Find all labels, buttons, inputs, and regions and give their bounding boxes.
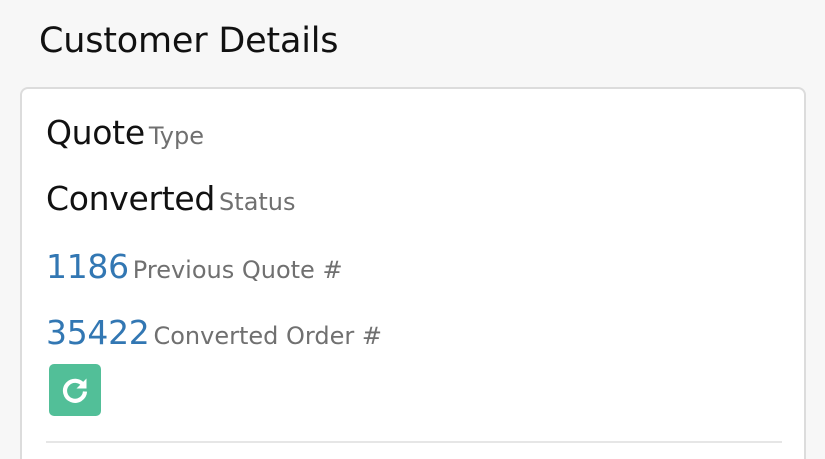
customer-details-card: Quote Type Converted Status 1186 Previous Q…: [20, 87, 806, 459]
previous-quote-link[interactable]: 1186: [46, 247, 129, 286]
type-field: Quote Type: [46, 116, 204, 149]
status-label: Status: [219, 188, 296, 216]
converted-order-link[interactable]: 35422: [46, 313, 150, 352]
previous-quote-field: 1186 Previous Quote #: [46, 250, 343, 283]
refresh-button[interactable]: [49, 364, 101, 416]
type-label: Type: [148, 122, 204, 150]
refresh-icon: [62, 378, 88, 403]
customer-details-page: Customer Details Quote Type Converted Stat…: [0, 0, 825, 459]
converted-order-label: Converted Order #: [153, 322, 382, 350]
status-value: Converted: [46, 179, 216, 218]
type-value: Quote: [46, 113, 145, 152]
previous-quote-label: Previous Quote #: [132, 256, 343, 284]
section-title: Customer Details: [39, 21, 339, 61]
status-field: Converted Status: [46, 182, 296, 215]
card-divider: [46, 441, 782, 443]
converted-order-field: 35422 Converted Order #: [46, 316, 382, 349]
